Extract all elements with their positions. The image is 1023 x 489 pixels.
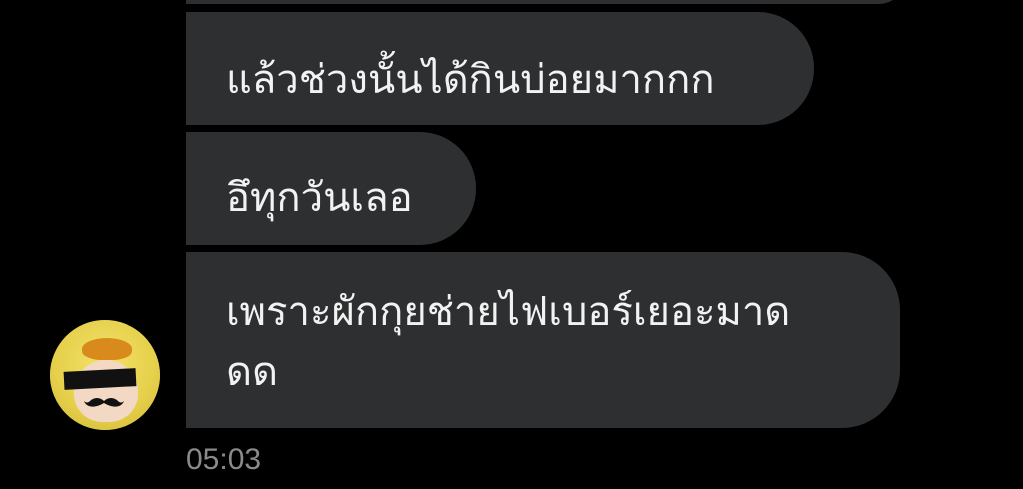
previous-message-bubble <box>186 0 908 4</box>
sender-avatar[interactable] <box>50 320 160 430</box>
message-text-1: แล้วช่วงนั้นได้กินบ่อยมากกก <box>226 57 715 103</box>
message-text-2: อึทุกวันเลอ <box>226 175 413 221</box>
duck-beak-icon <box>82 338 132 360</box>
message-bubble-3[interactable]: เพราะผักกุยช่ายไฟเบอร์เยอะมาด ดด <box>186 252 900 428</box>
message-text-3: เพราะผักกุยช่ายไฟเบอร์เยอะมาด ดด <box>226 289 791 395</box>
mustache-icon <box>84 398 124 407</box>
message-bubble-2[interactable]: อึทุกวันเลอ <box>186 132 476 245</box>
message-bubble-1[interactable]: แล้วช่วงนั้นได้กินบ่อยมากกก <box>186 12 814 125</box>
message-timestamp: 05:03 <box>186 443 262 476</box>
censor-bar <box>63 368 137 390</box>
